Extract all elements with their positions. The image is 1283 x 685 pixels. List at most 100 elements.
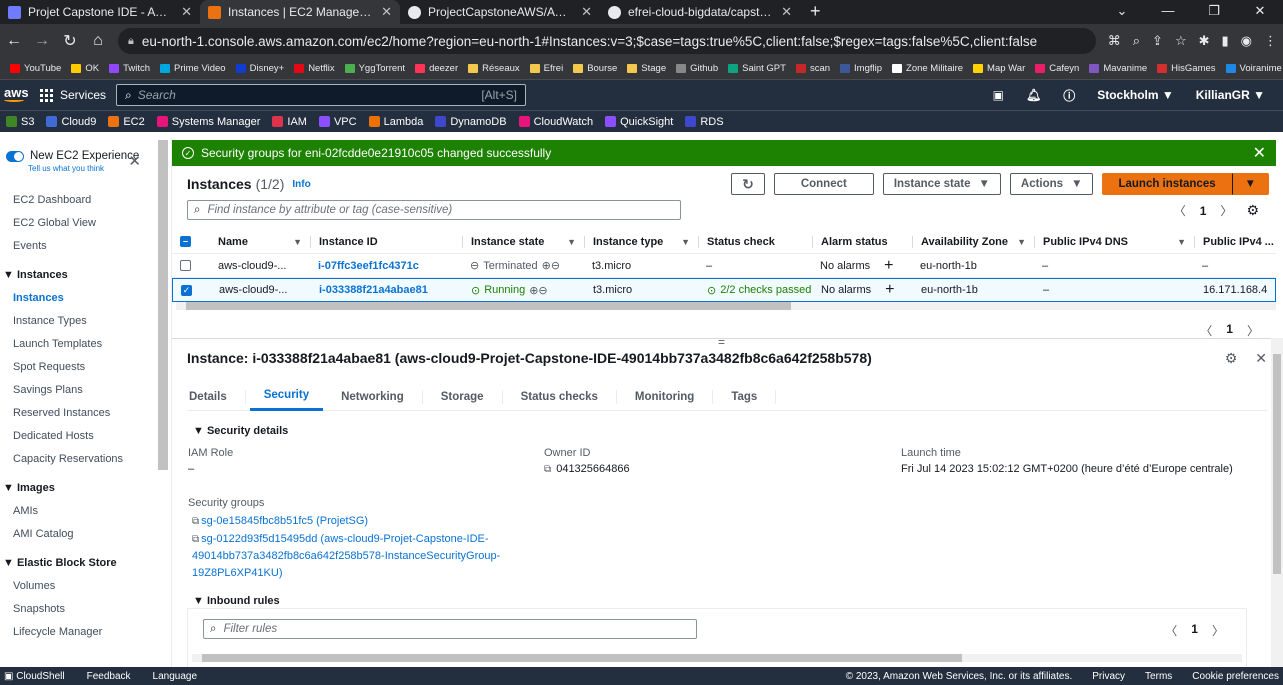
bookmark-item[interactable]: Disney+ [235, 63, 284, 74]
cell-instance-id-text[interactable]: i-07ffc3eef1fc4371c [318, 260, 419, 272]
favorite-service-s3[interactable]: S3 [6, 116, 34, 128]
browser-tab[interactable]: Projet Capstone IDE - AWS Cloud9 ✕ [0, 0, 200, 24]
sidebar-item-launch-templates[interactable]: Launch Templates [0, 333, 171, 356]
checkbox-indeterminate-icon[interactable]: – [180, 236, 191, 247]
sidebar-item-spot-requests[interactable]: Spot Requests [0, 356, 171, 379]
column-header-5[interactable]: Alarm status [812, 235, 912, 248]
inbound-rules-header[interactable]: ▼ Inbound rules [187, 595, 1267, 607]
copy-icon[interactable]: ⧉ [192, 534, 199, 545]
checkbox[interactable] [180, 260, 191, 271]
sidebar-scrollbar[interactable] [158, 140, 168, 470]
detail-vertical-scrollbar[interactable] [1271, 338, 1283, 667]
tab-search-icon[interactable]: ⌄ [1099, 0, 1145, 22]
sidebar-item-instance-types[interactable]: Instance Types [0, 310, 171, 333]
maximize-icon[interactable]: ❐ [1191, 0, 1237, 22]
zoom-icon[interactable]: ⌕ [1133, 33, 1140, 49]
sidebar-item-reserved-instances[interactable]: Reserved Instances [0, 402, 171, 425]
bookmark-item[interactable]: Twitch [109, 63, 150, 74]
language-link[interactable]: Language [153, 671, 198, 682]
favorite-service-rds[interactable]: RDS [685, 116, 724, 128]
lock-icon[interactable]: 🔒︎ [128, 35, 134, 48]
tab-tags[interactable]: Tags [713, 389, 777, 404]
bookmark-item[interactable]: scan [795, 63, 830, 74]
sidebar-item-volumes[interactable]: Volumes [0, 575, 171, 598]
tab-monitoring[interactable]: Monitoring [617, 389, 714, 404]
bookmark-item[interactable]: YggTorrent [344, 63, 405, 74]
sidebar-item-amis[interactable]: AMIs [0, 500, 171, 523]
page-number[interactable]: 1 [1191, 622, 1198, 639]
favorite-service-quicksight[interactable]: QuickSight [605, 116, 673, 128]
sidebar-section-images[interactable]: ▼ Images [0, 477, 171, 500]
close-panel-icon[interactable]: ✕ [1255, 350, 1267, 367]
close-tab-icon[interactable]: ✕ [181, 4, 192, 20]
aws-search-input[interactable]: ⌕ Search [Alt+S] [116, 84, 527, 106]
launch-instances-button[interactable]: Launch instances [1102, 173, 1232, 195]
column-header-8[interactable]: Public IPv4 ... [1194, 235, 1274, 248]
close-tab-icon[interactable]: ✕ [781, 4, 792, 20]
tab-status-checks[interactable]: Status checks [503, 389, 617, 404]
bookmark-item[interactable]: Map War [973, 63, 1025, 74]
sidebar-item-savings-plans[interactable]: Savings Plans [0, 379, 171, 402]
account-menu[interactable]: KillianGR ▼ [1196, 88, 1265, 102]
sidebar-item-capacity-reservations[interactable]: Capacity Reservations [0, 448, 171, 471]
translate-icon[interactable]: ⌘ [1108, 33, 1121, 49]
actions-button[interactable]: Actions ▼ [1009, 173, 1094, 195]
sidebar-item-dedicated-hosts[interactable]: Dedicated Hosts [0, 425, 171, 448]
new-tab-icon[interactable]: + [800, 0, 831, 24]
prev-page-icon[interactable]: 〈 [1165, 622, 1177, 639]
tab-networking[interactable]: Networking [323, 389, 423, 404]
close-tab-icon[interactable]: ✕ [381, 4, 392, 20]
rules-horizontal-scrollbar[interactable] [192, 654, 1242, 662]
table-row[interactable]: aws-cloud9-... i-07ffc3eef1fc4371c ⊖ Termin… [172, 254, 1276, 278]
column-header-7[interactable]: Public IPv4 DNS ▼ [1034, 235, 1194, 248]
new-experience-toggle[interactable]: New EC2 Experience [0, 138, 171, 162]
sort-caret-icon[interactable]: ▼ [1177, 237, 1186, 247]
next-page-icon[interactable]: 〉 [1212, 622, 1224, 639]
browser-tab-active[interactable]: Instances | EC2 Management Console ✕ [200, 0, 400, 24]
forward-icon[interactable]: → [34, 32, 50, 50]
sidebar-item-ami-catalog[interactable]: AMI Catalog [0, 523, 171, 546]
aws-logo[interactable]: aws [4, 86, 30, 102]
favorite-service-cloudwatch[interactable]: CloudWatch [518, 116, 593, 128]
column-header-6[interactable]: Availability Zone ▼ [912, 235, 1034, 248]
address-bar[interactable]: 🔒︎ eu-north-1.console.aws.amazon.com/ec2… [118, 28, 1096, 54]
sort-caret-icon[interactable]: ▼ [293, 237, 302, 247]
bookmark-item[interactable]: Netflix [294, 63, 335, 74]
sidebar-item-lifecycle-manager[interactable]: Lifecycle Manager [0, 621, 171, 644]
checkbox-checked-icon[interactable]: ✓ [181, 284, 192, 296]
prev-page-icon[interactable]: 〈 [1174, 202, 1186, 219]
cloudshell-button[interactable]: ▣ CloudShell [4, 671, 65, 682]
table-horizontal-scrollbar[interactable] [176, 302, 1276, 310]
cell-instance-id-text[interactable]: i-033388f21a4abae81 [319, 284, 428, 296]
sort-caret-icon[interactable]: ▼ [1017, 237, 1026, 247]
favorite-service-iam[interactable]: IAM [272, 116, 307, 128]
column-header-1[interactable]: Instance ID [310, 235, 462, 248]
column-header-0[interactable]: Name ▼ [210, 236, 310, 248]
bookmark-star-icon[interactable]: ☆ [1175, 33, 1187, 49]
help-icon[interactable]: ⓘ [1063, 87, 1075, 104]
bookmark-item[interactable]: HisGames [1157, 63, 1216, 74]
add-alarm-icon[interactable]: + [885, 281, 894, 299]
bookmark-item[interactable]: Stage [627, 63, 666, 74]
minimize-icon[interactable]: — [1145, 0, 1191, 22]
column-header-2[interactable]: Instance state ▼ [462, 235, 584, 248]
info-link[interactable]: Info [292, 179, 310, 190]
extensions-icon[interactable]: ✱ [1199, 33, 1210, 49]
filter-rules-input[interactable]: ⌕ Filter rules [203, 619, 697, 639]
share-icon[interactable]: ⇪ [1152, 33, 1163, 49]
bookmark-item[interactable]: Bourse [573, 63, 617, 74]
bookmark-item[interactable]: Cafeyn [1035, 63, 1079, 74]
settings-gear-icon[interactable]: ⚙ [1246, 202, 1259, 219]
tab-storage[interactable]: Storage [423, 389, 503, 404]
cookie-preferences-link[interactable]: Cookie preferences [1192, 671, 1279, 682]
sidebar-item-ec2-dashboard[interactable]: EC2 Dashboard [0, 189, 171, 212]
sidebar-section-ebs[interactable]: ▼ Elastic Block Store [0, 552, 171, 575]
bookmark-item[interactable]: Mavanime [1089, 63, 1147, 74]
column-header-4[interactable]: Status check [698, 235, 812, 248]
bookmark-item[interactable]: Prime Video [160, 63, 226, 74]
security-group-link[interactable]: ⧉ sg-0e15845fbc8b51fc5 (ProjetSG) [188, 513, 518, 531]
refresh-button[interactable]: ↻ [731, 173, 765, 195]
toggle-switch[interactable] [6, 150, 24, 162]
close-sidebar-icon[interactable]: ✕ [128, 152, 141, 170]
bookmark-item[interactable]: Réseaux [468, 63, 520, 74]
